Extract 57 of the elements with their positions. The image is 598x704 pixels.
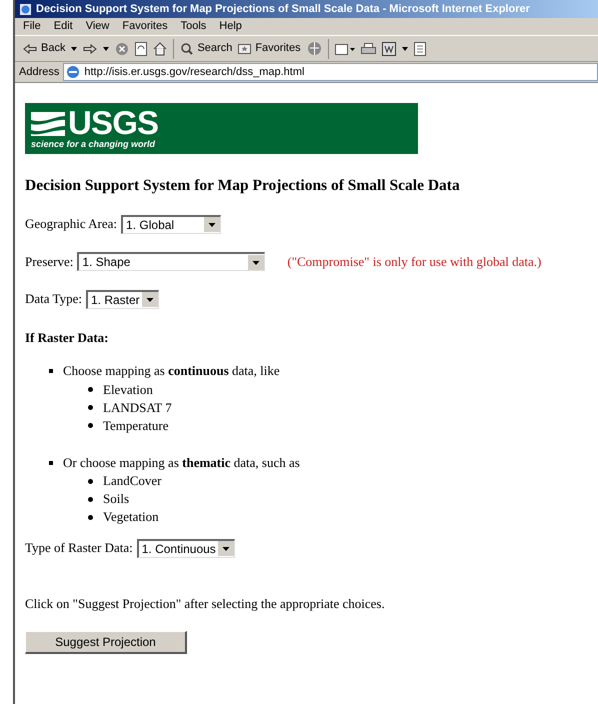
note-text: ("Compromise" is only for use with global data.) (287, 252, 542, 271)
word-icon[interactable] (382, 42, 396, 56)
menu-item[interactable]: View (86, 18, 110, 35)
usgs-logo: USGS science for a changing world (25, 103, 418, 154)
square-bullet-icon (49, 369, 53, 373)
window-title: Decision Support System for Map Projections of Small Scale Data - Microsoft Internet Explorer (36, 2, 530, 17)
wave-icon (31, 110, 65, 136)
bullet-icon (88, 478, 93, 484)
caret-icon[interactable] (402, 46, 408, 50)
folder-icon (238, 43, 252, 54)
bullet-icon (88, 387, 93, 392)
address-field[interactable]: http://isis.er.usgs.gov/research/dss_map.html (63, 63, 598, 81)
example-item: Vegetation (103, 508, 159, 526)
dropdown[interactable]: 1. Global (121, 214, 222, 234)
example-item: Soils (103, 490, 130, 508)
arrow-right-icon[interactable] (83, 44, 98, 54)
caret-icon[interactable] (103, 46, 110, 50)
menu-item[interactable]: Help (219, 18, 242, 35)
example-item: LandCover (103, 472, 162, 490)
section-heading: If Raster Data: (25, 328, 110, 347)
search-icon (180, 42, 194, 55)
browser-icon (19, 2, 32, 16)
instruction-text: Click on "Suggest Projection" after selecting the appropriate choices. (25, 594, 386, 613)
field-label: Type of Raster Data: (25, 539, 133, 558)
favorites-button[interactable]: Favorites (238, 40, 301, 57)
bullet-icon (88, 405, 93, 410)
menu-item[interactable]: Edit (54, 18, 73, 35)
bullet-icon (88, 514, 93, 520)
menu-item[interactable]: Tools (180, 18, 206, 35)
field-label: Preserve: (25, 252, 74, 271)
dropdown[interactable]: 1. Shape (77, 252, 266, 271)
field-label: Geographic Area: (25, 215, 118, 234)
search-button[interactable]: Search (180, 40, 232, 57)
suggest-projection-button[interactable]: Suggest Projection (25, 631, 187, 654)
bullet-icon (88, 496, 93, 502)
page-heading: Decision Support System for Map Projections of Small Scale Data (25, 176, 461, 196)
option-text: Choose mapping as continuous data, like (63, 362, 280, 380)
document-icon[interactable] (414, 42, 426, 56)
home-icon[interactable] (153, 42, 168, 56)
field-label: Data Type: (25, 290, 82, 308)
menu-item[interactable]: Favorites (122, 18, 168, 35)
example-item: LANDSAT 7 (103, 398, 172, 417)
option-text: Or choose mapping as thematic data, such as (63, 454, 300, 472)
example-item: Temperature (103, 416, 168, 435)
example-item: Elevation (103, 380, 153, 399)
dropdown[interactable]: 1. Raster (86, 290, 159, 308)
dropdown[interactable]: 1. Continuous (136, 538, 235, 558)
menu-item[interactable]: File (23, 18, 41, 35)
bullet-icon (88, 423, 93, 428)
square-bullet-icon (49, 460, 53, 464)
caret-icon[interactable] (71, 46, 78, 50)
stop-icon[interactable] (115, 42, 130, 56)
address-label: Address (19, 64, 60, 80)
globe-icon[interactable] (306, 41, 322, 56)
back-button[interactable]: Back (23, 40, 66, 57)
arrow-left-icon (23, 44, 37, 54)
printer-icon[interactable] (360, 42, 376, 56)
